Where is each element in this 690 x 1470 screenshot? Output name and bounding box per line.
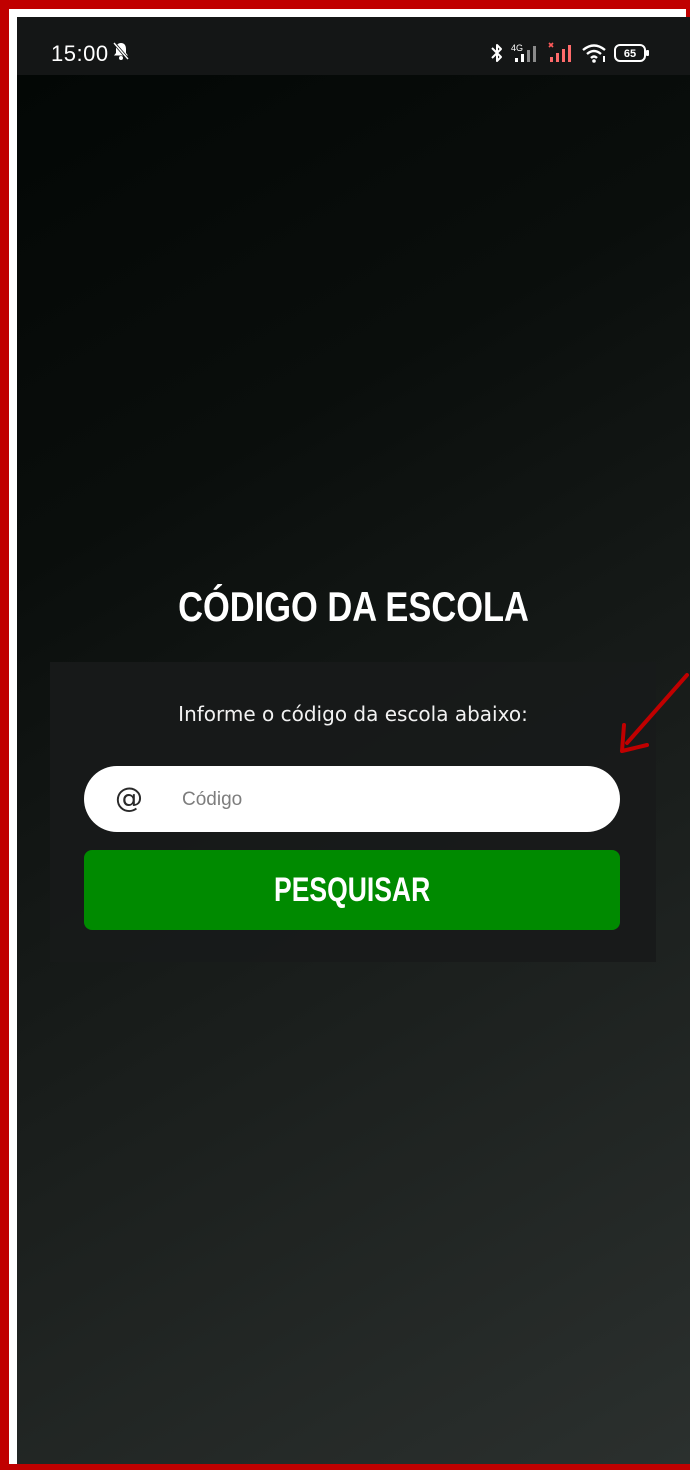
bluetooth-icon [491,44,502,62]
school-code-card: Informe o código da escola abaixo: @ PES… [50,662,656,962]
search-button[interactable]: PESQUISAR [84,850,620,930]
signal-no-service-icon [548,42,571,62]
status-bar: 15:00 4G 65 [17,17,690,75]
instruction-text: Informe o código da escola abaixo: [178,702,528,726]
page-title: CÓDIGO DA ESCOLA [178,583,529,630]
code-input[interactable] [180,782,584,818]
status-icons: 4G 65 [490,41,650,65]
network-type-label: 4G [511,43,523,53]
search-button-label: PESQUISAR [273,870,431,909]
code-field[interactable]: @ [84,766,620,832]
battery-icon: 65 [614,44,649,62]
app-screen: 15:00 4G 65 CÓDIGO DA ESCOLA Informe o c… [17,17,690,1464]
annotation-arrow-icon [620,673,689,753]
at-icon: @ [115,781,143,814]
status-time: 15:00 [51,41,109,66]
signal-4g-icon: 4G [511,43,536,62]
wifi-icon [582,44,606,63]
battery-level: 65 [624,48,636,60]
mute-icon [112,42,130,60]
